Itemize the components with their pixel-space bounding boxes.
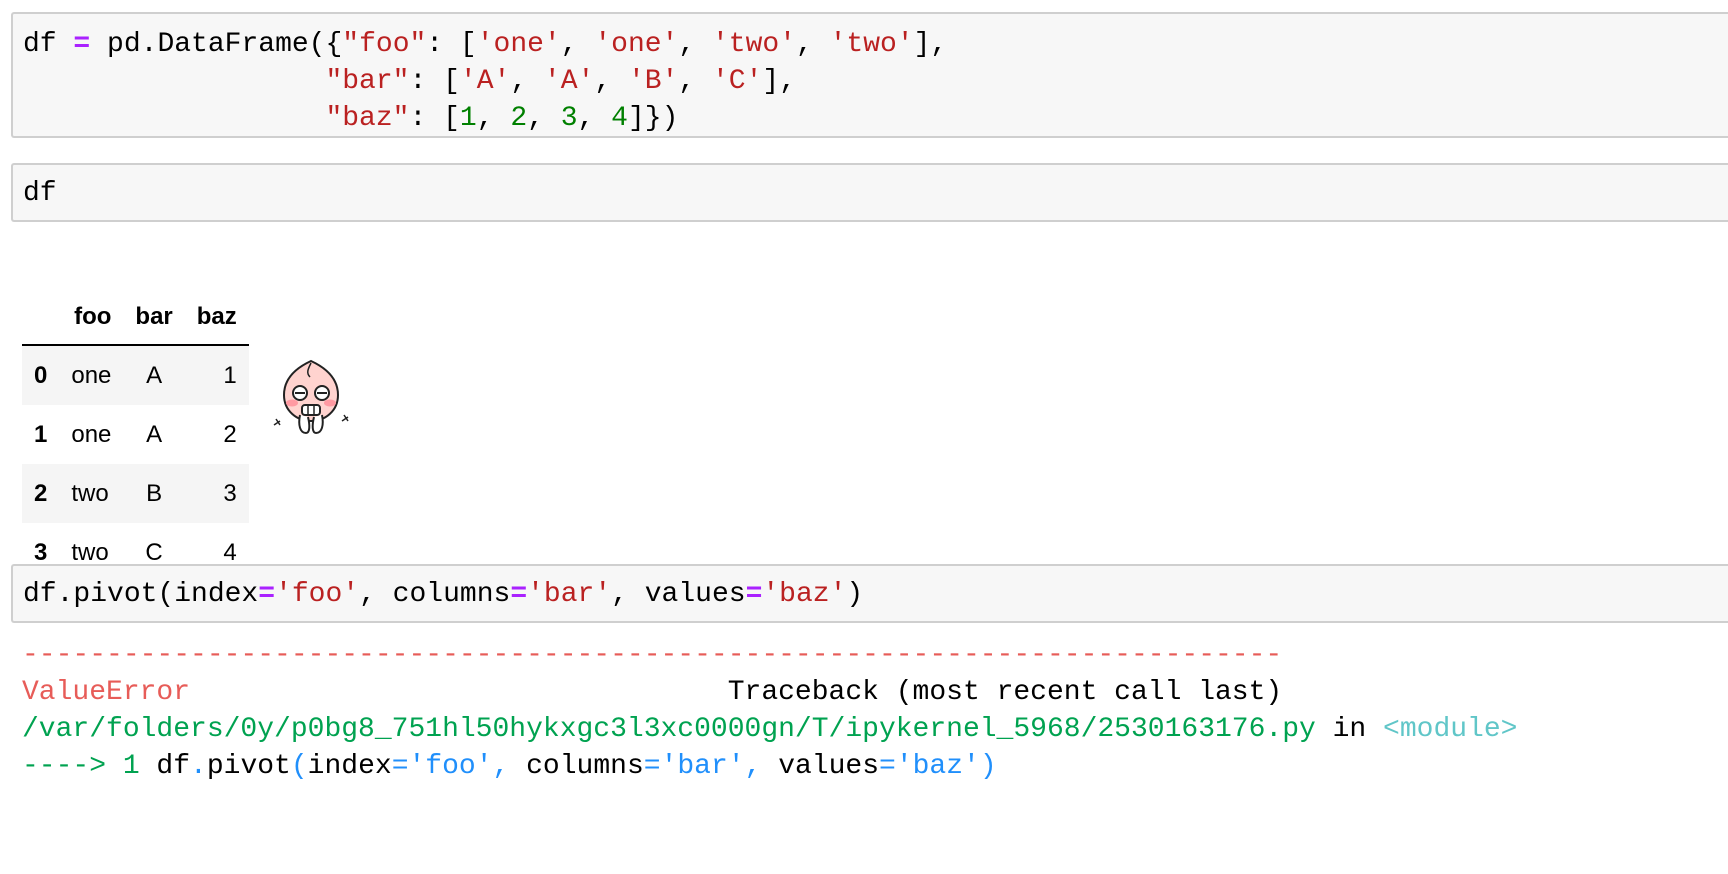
code-string: "baz" <box>325 103 410 134</box>
code-string: "bar" <box>325 66 410 97</box>
table-cell: two <box>71 479 109 507</box>
code-token: , <box>476 103 511 134</box>
code-token: . <box>190 751 207 782</box>
code-string: 'one' <box>476 29 561 60</box>
traceback-arrow: ----> 1 <box>22 751 157 782</box>
code-cell-pivot[interactable]: df.pivot(index='foo', columns='bar', val… <box>11 564 1728 623</box>
code-string: 'B' <box>627 66 679 97</box>
traceback-gap <box>190 677 728 708</box>
code-token: , columns <box>359 579 511 610</box>
code-editor[interactable]: df = pd.DataFrame({"foo": ['one', 'one',… <box>23 26 947 137</box>
code-token: = <box>879 751 896 782</box>
code-token: ) <box>979 751 997 782</box>
code-token: df <box>23 29 74 60</box>
index-header <box>22 290 60 346</box>
traceback-file-path: /var/folders/0y/p0bg8_751hl50hykxgc3l3xc… <box>22 714 1316 745</box>
code-operator: = <box>745 579 763 610</box>
dataframe-output: foo bar baz 0 one A 1 1 one A 2 2 two B <box>22 290 249 582</box>
code-cell-df[interactable]: df <box>11 163 1728 222</box>
code-string: 'foo' <box>275 579 360 610</box>
code-string: 'baz' <box>762 579 847 610</box>
code-token: index <box>307 751 392 782</box>
dataframe-table: foo bar baz 0 one A 1 1 one A 2 2 two B <box>22 290 249 582</box>
code-operator: = <box>258 579 276 610</box>
table-cell: 3 <box>223 479 237 507</box>
table-row: 2 two B 3 <box>22 464 249 523</box>
code-token: ]}) <box>627 103 679 134</box>
column-header: baz <box>184 290 249 346</box>
row-index: 0 <box>34 361 48 389</box>
traceback-module: <module> <box>1383 714 1518 745</box>
code-token: df <box>156 751 191 782</box>
code-token: ], <box>913 29 948 60</box>
table-cell: 2 <box>223 420 237 448</box>
code-token: df.pivot(index <box>23 579 259 610</box>
code-number: 3 <box>560 103 578 134</box>
code-string: 'baz' <box>895 751 980 782</box>
column-header: foo <box>59 290 124 346</box>
error-name: ValueError <box>22 677 191 708</box>
code-operator: = <box>510 579 528 610</box>
code-token: ], <box>762 66 797 97</box>
code-token: , <box>795 29 830 60</box>
peach-character-sticker-icon <box>273 359 349 435</box>
code-editor[interactable]: df.pivot(index='foo', columns='bar', val… <box>23 576 863 613</box>
code-string: 'one' <box>594 29 679 60</box>
table-cell: 1 <box>223 361 237 389</box>
table-cell: one <box>71 420 112 448</box>
traceback-label: Traceback (most recent call last) <box>727 677 1283 708</box>
code-string: 'A' <box>459 66 511 97</box>
row-index: 1 <box>34 420 48 448</box>
code-token: , <box>527 103 561 134</box>
code-token: = <box>643 751 661 782</box>
table-row: 0 one A 1 <box>22 345 249 405</box>
code-token: , <box>577 103 612 134</box>
column-header: bar <box>123 290 185 346</box>
code-token: pd.DataFrame({ <box>90 29 343 60</box>
code-token: : [ <box>409 103 460 134</box>
row-index: 2 <box>34 479 48 507</box>
code-token: , <box>744 751 779 782</box>
code-token: columns <box>526 751 644 782</box>
code-token: = <box>391 751 409 782</box>
code-token: : [ <box>426 29 477 60</box>
code-number: 1 <box>459 103 477 134</box>
code-string: 'C' <box>711 66 763 97</box>
code-token: , <box>510 66 544 97</box>
code-token: , <box>560 29 595 60</box>
code-string: "foo" <box>342 29 427 60</box>
code-token: ) <box>846 579 864 610</box>
code-token: , <box>594 66 628 97</box>
code-editor[interactable]: df <box>23 175 57 212</box>
code-string: 'two' <box>829 29 914 60</box>
traceback-separator: ----------------------------------------… <box>22 640 1283 671</box>
code-string: 'A' <box>543 66 595 97</box>
code-token: : [ <box>409 66 460 97</box>
code-string: 'two' <box>711 29 796 60</box>
code-token: values <box>778 751 880 782</box>
table-header-row: foo bar baz <box>22 290 249 346</box>
code-token: , <box>678 29 712 60</box>
code-token: , <box>678 66 712 97</box>
code-number: 2 <box>510 103 528 134</box>
table-cell: B <box>146 479 163 507</box>
code-number: 4 <box>611 103 628 134</box>
code-string: 'bar' <box>660 751 745 782</box>
code-operator: = <box>73 29 91 60</box>
table-cell: one <box>71 361 112 389</box>
code-string: 'bar' <box>527 579 612 610</box>
code-cell-dataframe-create[interactable]: df = pd.DataFrame({"foo": ['one', 'one',… <box>11 12 1728 138</box>
code-token: , values <box>611 579 746 610</box>
code-token: , <box>492 751 527 782</box>
error-traceback: ----------------------------------------… <box>22 637 1517 785</box>
traceback-in: in <box>1315 714 1384 745</box>
code-token: pivot <box>206 751 291 782</box>
table-row: 1 one A 2 <box>22 405 249 464</box>
code-token: ( <box>290 751 308 782</box>
table-cell: A <box>146 361 163 389</box>
table-cell: A <box>146 420 163 448</box>
code-string: 'foo' <box>408 751 493 782</box>
